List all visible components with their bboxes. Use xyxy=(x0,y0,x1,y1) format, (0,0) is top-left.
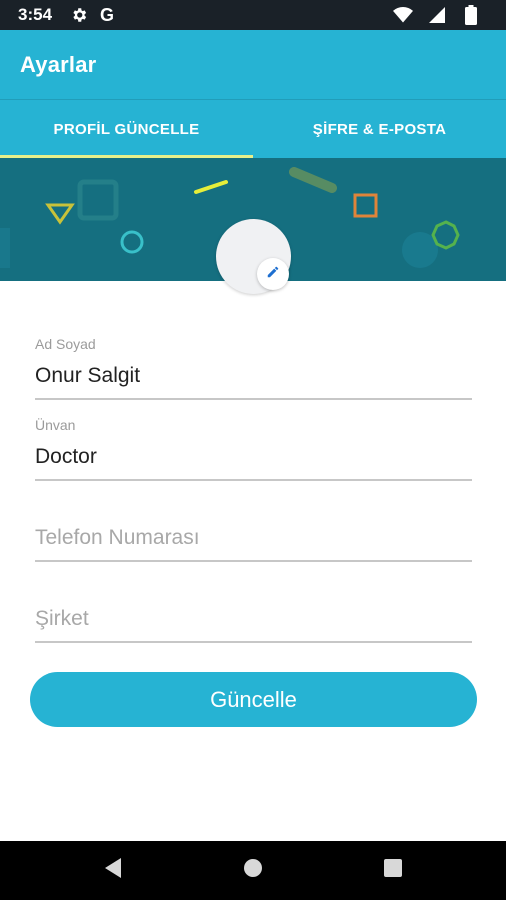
back-button[interactable] xyxy=(73,841,153,900)
recents-button[interactable] xyxy=(353,841,433,900)
name-field[interactable]: Ad Soyad Onur Salgit xyxy=(35,336,472,400)
phone-underline xyxy=(35,560,472,562)
update-button-label: Güncelle xyxy=(210,686,297,712)
tab-label: PROFİL GÜNCELLE xyxy=(53,120,200,138)
name-underline xyxy=(35,398,472,400)
status-time: 3:54 xyxy=(18,5,53,24)
phone-input[interactable]: Telefon Numarası xyxy=(35,526,472,552)
home-icon xyxy=(243,858,263,883)
page-title: Ayarlar xyxy=(20,52,97,77)
name-label: Ad Soyad xyxy=(35,336,96,352)
company-label xyxy=(35,579,472,597)
back-icon xyxy=(103,857,123,884)
company-field[interactable]: Şirket xyxy=(35,579,472,643)
pencil-icon xyxy=(266,265,280,284)
tab-bar: PROFİL GÜNCELLE ŞİFRE & E-POSTA xyxy=(0,100,506,158)
tab-profile-update[interactable]: PROFİL GÜNCELLE xyxy=(0,100,253,158)
title-underline xyxy=(35,479,472,481)
company-underline xyxy=(35,641,472,643)
status-bar: 3:54 G xyxy=(0,0,506,30)
recents-icon xyxy=(384,859,402,882)
title-input[interactable]: Doctor xyxy=(35,445,472,471)
battery-icon xyxy=(460,4,482,26)
system-nav-bar xyxy=(0,841,506,900)
update-button[interactable]: Güncelle xyxy=(30,672,477,727)
phone-label xyxy=(35,498,472,516)
tab-label: ŞİFRE & E-POSTA xyxy=(312,120,447,138)
phone-field[interactable]: Telefon Numarası xyxy=(35,498,472,562)
app-bar: Ayarlar xyxy=(0,30,506,100)
name-input[interactable]: Onur Salgit xyxy=(35,364,472,390)
google-icon: G xyxy=(100,4,115,25)
company-input[interactable]: Şirket xyxy=(35,607,472,633)
wifi-icon xyxy=(392,4,414,26)
title-field[interactable]: Ünvan Doctor xyxy=(35,417,472,481)
tab-password-email[interactable]: ŞİFRE & E-POSTA xyxy=(253,100,506,158)
title-label: Ünvan xyxy=(35,417,76,433)
signal-icon xyxy=(426,4,448,26)
edit-avatar-button[interactable] xyxy=(257,258,289,290)
gear-icon xyxy=(68,4,90,26)
home-button[interactable] xyxy=(213,841,293,900)
